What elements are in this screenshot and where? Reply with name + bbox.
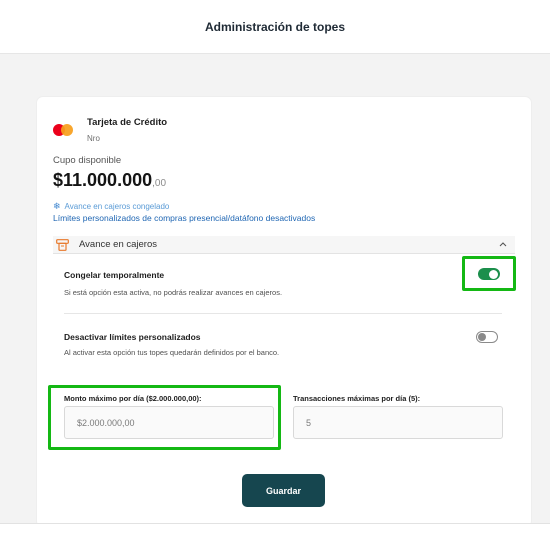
atm-icon	[56, 238, 69, 251]
page-title: Administración de topes	[204, 19, 346, 34]
bottom-strip	[0, 523, 550, 550]
max-transactions-input[interactable]	[293, 406, 503, 439]
custom-limits-toggle[interactable]	[476, 331, 498, 343]
freeze-toggle[interactable]	[478, 268, 500, 280]
section-divider	[53, 253, 515, 254]
mastercard-logo-icon	[53, 124, 73, 136]
max-transactions-label: Transacciones máximas por día (5):	[293, 394, 421, 403]
available-balance-amount: $11.000.000,00	[53, 170, 166, 191]
max-amount-highlight	[48, 385, 281, 450]
freeze-option-title: Congelar temporalmente	[64, 270, 165, 280]
freeze-option-description: Si está opción esta activa, no podrás re…	[64, 288, 283, 297]
top-bar: Administración de topes	[0, 0, 550, 54]
balance-integer: $11.000.000	[53, 170, 153, 190]
snowflake-icon: ❄	[53, 201, 61, 211]
custom-limits-option-description: Al activar esta opción tus topes quedará…	[64, 348, 280, 357]
balance-cents: ,00	[152, 178, 167, 189]
custom-limits-status: Límites personalizados de compras presen…	[53, 213, 316, 223]
card-name: Tarjeta de Crédito	[87, 117, 168, 128]
save-button[interactable]: Guardar	[242, 474, 325, 507]
card-number: Nro	[87, 134, 100, 143]
frozen-status-text: Avance en cajeros congelado	[64, 202, 170, 211]
limits-card: Tarjeta de Crédito Nro Cupo disponible $…	[37, 97, 531, 527]
chevron-up-icon[interactable]	[499, 239, 507, 249]
frozen-status: ❄ Avance en cajeros congelado	[53, 201, 169, 212]
custom-limits-option-title: Desactivar límites personalizados	[64, 332, 201, 342]
available-balance-label: Cupo disponible	[53, 155, 122, 166]
section-title: Avance en cajeros	[79, 239, 157, 250]
atm-section-header[interactable]: Avance en cajeros	[53, 236, 515, 253]
options-divider	[64, 313, 502, 314]
